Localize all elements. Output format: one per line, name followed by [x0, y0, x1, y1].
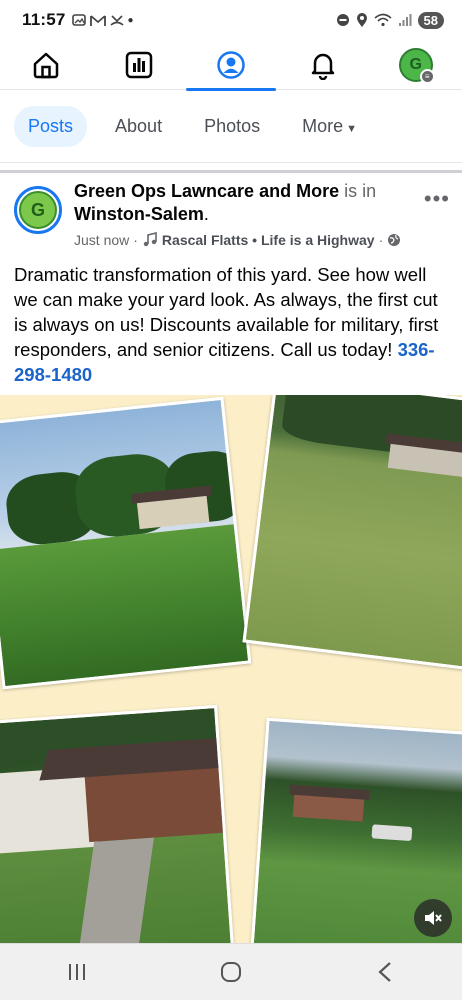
- music-note-icon: [143, 232, 157, 247]
- section-divider: [0, 170, 462, 173]
- missed-call-icon: [110, 15, 124, 26]
- profile-icon: [217, 50, 245, 79]
- post-location-period: .: [203, 204, 209, 224]
- post-media-collage[interactable]: [0, 395, 462, 943]
- nav-home[interactable]: [16, 40, 76, 90]
- post-time[interactable]: Just now: [74, 232, 129, 248]
- page-avatar[interactable]: G: [14, 186, 62, 234]
- post-meta: Green Ops Lawncare and More is in Winsto…: [74, 180, 454, 248]
- location-icon: [356, 12, 367, 27]
- image-icon: [71, 14, 86, 26]
- photo-front-yard-2: [242, 395, 462, 670]
- dnd-icon: [336, 14, 349, 26]
- dot-icon: ●: [127, 14, 134, 26]
- tab-posts[interactable]: Posts: [14, 106, 88, 147]
- page-tabs: Posts About Photos More ▼: [0, 91, 462, 163]
- notification-icons: ●: [71, 13, 134, 27]
- caret-down-icon: ▼: [346, 123, 358, 135]
- separator-dot-2: ·: [378, 232, 384, 248]
- battery-indicator: 58: [417, 11, 444, 29]
- home-circle-icon: [221, 962, 241, 982]
- separator-dot: ·: [133, 232, 138, 248]
- menu-badge-icon: ≡: [419, 68, 435, 84]
- wifi-icon: [374, 13, 392, 27]
- tab-photos[interactable]: Photos: [190, 106, 274, 147]
- speaker-muted-icon: [425, 911, 442, 925]
- nav-account[interactable]: G ≡: [386, 40, 446, 90]
- back-chevron-icon: [378, 962, 391, 982]
- avatar: G ≡: [398, 47, 435, 84]
- home-button[interactable]: [201, 952, 261, 992]
- post-author[interactable]: Green Ops Lawncare and More: [74, 181, 339, 201]
- post-is-in: is in: [344, 181, 377, 201]
- recent-apps-button[interactable]: [47, 952, 107, 992]
- globe-icon: [388, 234, 401, 246]
- system-navigation-bar: [0, 943, 462, 1000]
- top-navigation: G ≡: [0, 40, 462, 91]
- page-logo-letter: G: [30, 199, 45, 220]
- gmail-icon: [89, 14, 106, 26]
- tab-more-label: More: [302, 116, 344, 136]
- bell-icon: [312, 53, 335, 80]
- nav-profile[interactable]: [185, 40, 276, 91]
- post-music[interactable]: Rascal Flatts • Life is a Highway: [162, 232, 375, 248]
- post-body-text: Dramatic transformation of this yard. Se…: [14, 264, 439, 360]
- avatar-letter: G: [409, 55, 422, 73]
- tab-about[interactable]: About: [101, 106, 176, 147]
- post-location[interactable]: Winston-Salem: [74, 204, 204, 224]
- status-time: 11:57: [22, 10, 66, 29]
- post-header: G Green Ops Lawncare and More is in Wins…: [14, 180, 454, 248]
- photo-front-yard-1: [0, 396, 252, 690]
- photo-walkway: [0, 704, 235, 943]
- back-button[interactable]: [355, 952, 415, 992]
- status-bar: 11:57 ● 58: [0, 0, 462, 40]
- post-subline: Just now · Rascal Flatts • Life is a Hig…: [74, 232, 454, 248]
- mute-button[interactable]: [414, 899, 452, 937]
- tab-more[interactable]: More ▼: [288, 106, 371, 147]
- recent-apps-icon: [69, 964, 85, 980]
- more-options-icon[interactable]: •••: [424, 186, 450, 212]
- post-author-line: Green Ops Lawncare and More is in Winsto…: [74, 180, 454, 226]
- chart-icon: [125, 51, 152, 78]
- page-logo: G: [19, 191, 57, 229]
- post-body: Dramatic transformation of this yard. Se…: [14, 262, 450, 387]
- signal-icon: [398, 14, 412, 26]
- home-icon: [33, 52, 59, 78]
- nav-notifications[interactable]: [293, 40, 353, 90]
- nav-pages[interactable]: [109, 40, 169, 90]
